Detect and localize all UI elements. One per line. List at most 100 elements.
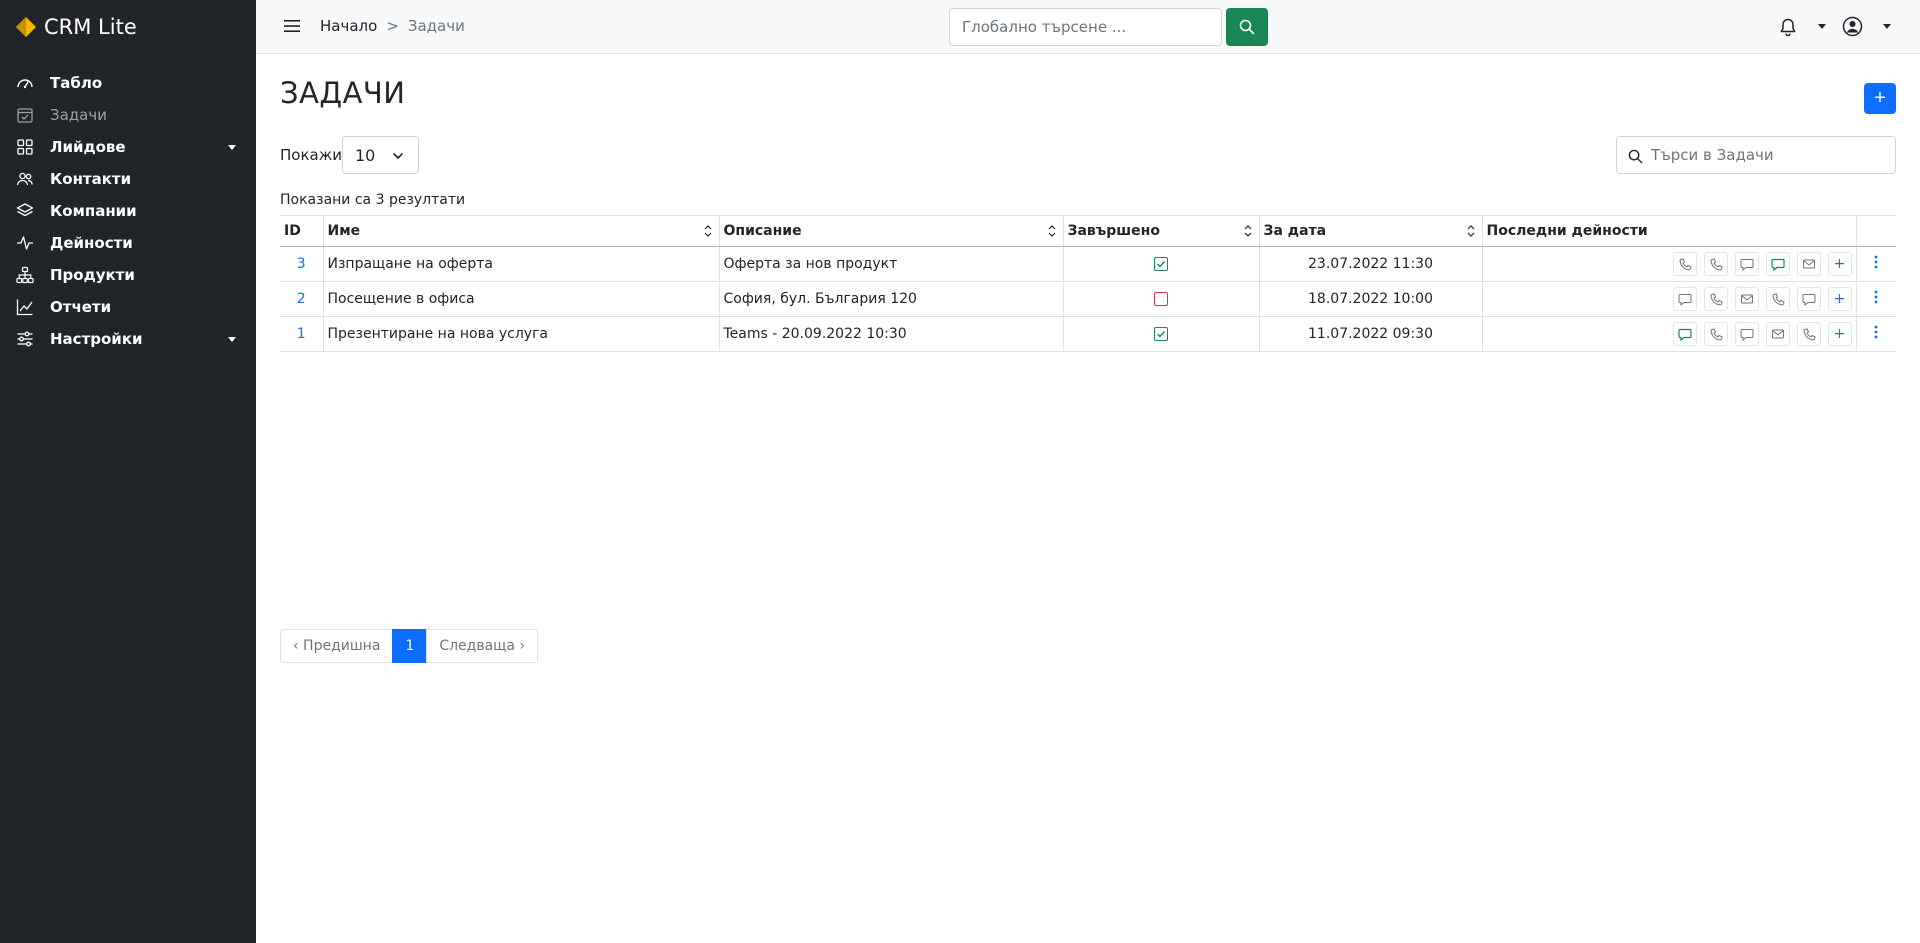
task-id[interactable]: 1 xyxy=(280,316,323,352)
sidebar-item-2[interactable]: Лийдове xyxy=(0,131,256,163)
task-done xyxy=(1062,246,1259,282)
sidebar-item-6[interactable]: Продукти xyxy=(0,259,256,291)
add-activity-button[interactable]: + xyxy=(1827,287,1852,311)
bell-icon[interactable] xyxy=(1778,17,1798,37)
sidebar-item-1[interactable]: Задачи xyxy=(0,99,256,131)
phone-icon[interactable] xyxy=(1703,287,1728,311)
brand[interactable]: CRM Lite xyxy=(0,0,256,54)
results-count: Показани са 3 резултати xyxy=(280,192,466,208)
table-row[interactable]: 2 Посещение в офиса София, бул. България 1… xyxy=(280,281,1896,317)
sidebar-nav: Табло Задачи Лийдове Контакти Компании Дейнос… xyxy=(0,67,256,355)
phone-icon[interactable] xyxy=(1765,287,1790,311)
graph-up-icon xyxy=(16,298,34,316)
task-description: Teams - 20.09.2022 10:30 xyxy=(718,316,1063,352)
sidebar: CRM Lite Табло Задачи Лийдове Контакти Компа… xyxy=(0,0,256,943)
envelope-icon[interactable] xyxy=(1734,287,1759,311)
breadcrumb-current: Задачи xyxy=(407,17,465,35)
user-dropdown-icon[interactable] xyxy=(1883,24,1891,29)
menu-toggle-icon[interactable] xyxy=(283,17,301,35)
page-title: ЗАДАЧИ xyxy=(280,76,406,110)
phone-icon[interactable] xyxy=(1796,322,1821,346)
chat-icon[interactable] xyxy=(1672,322,1697,346)
kebab-icon xyxy=(1874,325,1878,339)
sidebar-item-0[interactable]: Табло xyxy=(0,67,256,99)
search-icon xyxy=(1239,19,1255,35)
chat-icon[interactable] xyxy=(1672,287,1697,311)
column-header-label: Име xyxy=(327,223,361,239)
row-menu-button[interactable] xyxy=(1855,281,1896,317)
chat-icon[interactable] xyxy=(1734,252,1759,276)
pagination-page[interactable]: 1 xyxy=(392,629,428,663)
page-size-select[interactable]: 10 xyxy=(342,136,419,174)
kebab-icon xyxy=(1874,255,1878,269)
sidebar-item-7[interactable]: Отчети xyxy=(0,291,256,323)
sort-icon xyxy=(1048,225,1055,237)
phone-icon[interactable] xyxy=(1703,322,1728,346)
breadcrumb-home[interactable]: Начало xyxy=(320,17,377,35)
diagram-icon xyxy=(16,266,34,284)
column-header-done[interactable]: Завършено xyxy=(1062,215,1259,247)
people-icon xyxy=(16,170,34,188)
add-activity-button[interactable]: + xyxy=(1827,252,1852,276)
pagination: ‹ Предишна 1 Следваща › xyxy=(280,629,538,663)
task-id[interactable]: 2 xyxy=(280,281,323,317)
column-header-actions xyxy=(1855,215,1896,247)
chevron-down-icon xyxy=(393,153,403,159)
chat-icon[interactable] xyxy=(1765,252,1790,276)
global-search-button[interactable] xyxy=(1226,8,1268,46)
page-size-value: 10 xyxy=(355,145,376,165)
breadcrumb-separator: > xyxy=(386,17,399,35)
envelope-icon[interactable] xyxy=(1765,322,1790,346)
task-id[interactable]: 3 xyxy=(280,246,323,282)
user-avatar-icon[interactable] xyxy=(1842,16,1863,37)
table-row[interactable]: 3 Изпращане на оферта Оферта за нов продук… xyxy=(280,246,1896,282)
logo-icon xyxy=(16,17,36,37)
task-done xyxy=(1062,316,1259,352)
caret-down-icon xyxy=(228,336,236,342)
column-header-name[interactable]: Име xyxy=(322,215,719,247)
add-task-button[interactable]: + xyxy=(1864,83,1896,114)
task-description: Оферта за нов продукт xyxy=(718,246,1063,282)
sidebar-item-3[interactable]: Контакти xyxy=(0,163,256,195)
column-header-label: Завършено xyxy=(1067,223,1160,239)
caret-down-icon xyxy=(228,144,236,150)
pagination-prev[interactable]: ‹ Предишна xyxy=(280,629,394,663)
column-header-activities: Последни дейности xyxy=(1481,215,1856,247)
sort-icon xyxy=(704,225,711,237)
column-header-date[interactable]: За дата xyxy=(1258,215,1482,247)
row-menu-button[interactable] xyxy=(1855,316,1896,352)
sidebar-item-label: Продукти xyxy=(50,266,135,284)
pagination-next[interactable]: Следваща › xyxy=(426,629,538,663)
task-name: Посещение в офиса xyxy=(322,281,719,317)
calendar-check-icon xyxy=(16,106,34,124)
sidebar-item-label: Задачи xyxy=(50,106,107,124)
column-header-label: Описание xyxy=(723,223,802,239)
notifications-dropdown-icon[interactable] xyxy=(1818,24,1826,29)
sidebar-item-label: Табло xyxy=(50,74,103,92)
task-description: София, бул. България 120 xyxy=(718,281,1063,317)
tasks-table: ID Име Описание Завършено За дата Послед… xyxy=(280,215,1896,352)
sidebar-item-label: Дейности xyxy=(50,234,133,252)
sidebar-item-4[interactable]: Компании xyxy=(0,195,256,227)
checkbox-unchecked-icon xyxy=(1154,292,1168,306)
sidebar-item-8[interactable]: Настройки xyxy=(0,323,256,355)
global-search-input[interactable] xyxy=(949,8,1222,46)
envelope-icon[interactable] xyxy=(1796,252,1821,276)
layers-icon xyxy=(16,202,34,220)
phone-icon[interactable] xyxy=(1672,252,1697,276)
sidebar-item-5[interactable]: Дейности xyxy=(0,227,256,259)
table-search-input[interactable] xyxy=(1651,137,1891,173)
column-header-description[interactable]: Описание xyxy=(718,215,1063,247)
table-row[interactable]: 1 Презентиране на нова услуга Teams - 20.0… xyxy=(280,316,1896,352)
add-activity-button[interactable]: + xyxy=(1827,322,1852,346)
chat-icon[interactable] xyxy=(1796,287,1821,311)
search-icon xyxy=(1628,149,1643,164)
task-date: 23.07.2022 11:30 xyxy=(1258,246,1482,282)
row-menu-button[interactable] xyxy=(1855,246,1896,282)
task-date: 11.07.2022 09:30 xyxy=(1258,316,1482,352)
phone-icon[interactable] xyxy=(1703,252,1728,276)
task-activities: + xyxy=(1481,246,1856,282)
chat-icon[interactable] xyxy=(1734,322,1759,346)
page-size-label: Покажи xyxy=(280,146,342,164)
column-header-id[interactable]: ID xyxy=(280,215,323,247)
